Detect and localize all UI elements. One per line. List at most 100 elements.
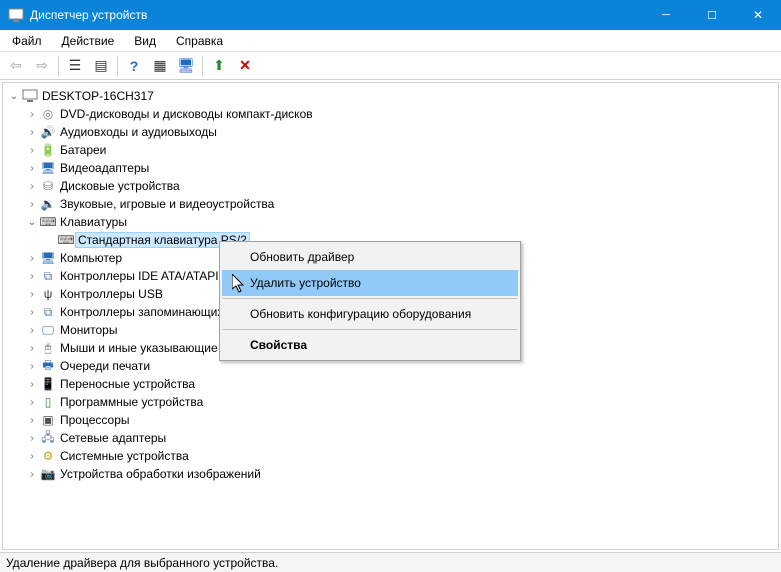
sound-video-icon: 🔉 bbox=[40, 196, 56, 212]
tree-category[interactable]: › 🖥 Видеоадаптеры bbox=[3, 159, 778, 177]
context-menu-separator bbox=[223, 329, 517, 330]
expand-icon[interactable]: › bbox=[25, 343, 39, 354]
tree-label: Устройства обработки изображений bbox=[60, 467, 261, 481]
context-menu-properties[interactable]: Свойства bbox=[222, 332, 518, 358]
network-adapter-icon: 🖧 bbox=[40, 430, 56, 446]
grid-icon: ▦ bbox=[153, 57, 166, 74]
expand-icon[interactable]: › bbox=[25, 415, 39, 426]
close-button[interactable] bbox=[735, 0, 781, 30]
expand-icon[interactable]: › bbox=[25, 145, 39, 156]
expand-icon[interactable]: › bbox=[25, 451, 39, 462]
collapse-icon[interactable]: ⌄ bbox=[25, 217, 39, 228]
help-button[interactable]: ? bbox=[122, 54, 146, 78]
minimize-button[interactable] bbox=[643, 0, 689, 30]
tree-label: Процессоры bbox=[60, 413, 130, 427]
expand-icon[interactable]: › bbox=[25, 127, 39, 138]
tree-category[interactable]: › 🔊 Аудиовходы и аудиовыходы bbox=[3, 123, 778, 141]
show-hide-console-button[interactable]: ☰ bbox=[63, 54, 87, 78]
expand-icon[interactable]: › bbox=[25, 271, 39, 282]
tree-label: Батареи bbox=[60, 143, 106, 157]
keyboard-icon: ⌨ bbox=[58, 232, 74, 248]
context-menu-scan-hardware[interactable]: Обновить конфигурацию оборудования bbox=[222, 301, 518, 327]
tree-category[interactable]: › ◎ DVD-дисководы и дисководы компакт-ди… bbox=[3, 105, 778, 123]
tree-category-keyboards[interactable]: ⌄ ⌨ Клавиатуры bbox=[3, 213, 778, 231]
mouse-icon: 🖰 bbox=[40, 340, 56, 356]
software-device-icon: ▯ bbox=[40, 394, 56, 410]
tree-label: Переносные устройства bbox=[60, 377, 195, 391]
expand-icon[interactable]: › bbox=[25, 289, 39, 300]
tree-label: Сетевые адаптеры bbox=[60, 431, 166, 445]
expand-icon[interactable]: › bbox=[25, 307, 39, 318]
scan-hardware-button[interactable]: 🖥 bbox=[174, 54, 198, 78]
tree-category[interactable]: › ⚙ Системные устройства bbox=[3, 447, 778, 465]
tree-category[interactable]: › ⛁ Дисковые устройства bbox=[3, 177, 778, 195]
update-driver-toolbar-button[interactable]: ⬆ bbox=[207, 54, 231, 78]
expand-icon[interactable]: › bbox=[25, 199, 39, 210]
menu-action[interactable]: Действие bbox=[52, 31, 125, 51]
expand-icon[interactable]: › bbox=[25, 325, 39, 336]
tree-category[interactable]: › ▣ Процессоры bbox=[3, 411, 778, 429]
tree-label: Дисковые устройства bbox=[60, 179, 180, 193]
driver-install-icon: ⬆ bbox=[213, 57, 225, 74]
toolbar-separator bbox=[58, 56, 59, 76]
audio-icon: 🔊 bbox=[40, 124, 56, 140]
maximize-button[interactable] bbox=[689, 0, 735, 30]
device-tree[interactable]: ⌄ DESKTOP-16CH317 › ◎ DVD-дисководы и ди… bbox=[2, 82, 779, 550]
tree-label: Программные устройства bbox=[60, 395, 203, 409]
tree-label: Видеоадаптеры bbox=[60, 161, 149, 175]
menu-file[interactable]: Файл bbox=[2, 31, 52, 51]
tree-category[interactable]: › 🖧 Сетевые адаптеры bbox=[3, 429, 778, 447]
portable-device-icon: 📱 bbox=[40, 376, 56, 392]
expand-icon[interactable]: › bbox=[25, 253, 39, 264]
back-button[interactable]: ⇦ bbox=[4, 54, 28, 78]
menu-bar: Файл Действие Вид Справка bbox=[0, 30, 781, 52]
expand-icon[interactable]: › bbox=[25, 181, 39, 192]
tree-category[interactable]: › 🔉 Звуковые, игровые и видеоустройства bbox=[3, 195, 778, 213]
tree-label: Системные устройства bbox=[60, 449, 189, 463]
expand-icon[interactable]: › bbox=[25, 109, 39, 120]
context-menu-separator bbox=[223, 298, 517, 299]
computer-group-icon: 🖥 bbox=[40, 250, 56, 266]
expand-icon[interactable]: › bbox=[25, 379, 39, 390]
forward-arrow-icon: ⇨ bbox=[36, 57, 48, 74]
tree-category[interactable]: › 📱 Переносные устройства bbox=[3, 375, 778, 393]
disc-drive-icon: ◎ bbox=[40, 106, 56, 122]
display-adapter-icon: 🖥 bbox=[40, 160, 56, 176]
tree-label: DVD-дисководы и дисководы компакт-дисков bbox=[60, 107, 313, 121]
status-text: Удаление драйвера для выбранного устройс… bbox=[6, 556, 278, 570]
expand-icon[interactable]: › bbox=[25, 433, 39, 444]
usb-controller-icon: ψ bbox=[40, 286, 56, 302]
forward-button[interactable]: ⇨ bbox=[30, 54, 54, 78]
print-queue-icon: 🖶 bbox=[40, 358, 56, 374]
menu-help[interactable]: Справка bbox=[166, 31, 233, 51]
menu-view[interactable]: Вид bbox=[124, 31, 166, 51]
tree-label: Звуковые, игровые и видеоустройства bbox=[60, 197, 274, 211]
tree-root-label: DESKTOP-16CH317 bbox=[42, 89, 154, 103]
back-arrow-icon: ⇦ bbox=[10, 57, 22, 74]
toolbar: ⇦ ⇨ ☰ ▤ ? ▦ 🖥 ⬆ ✕ bbox=[0, 52, 781, 80]
context-menu: Обновить драйвер Удалить устройство Обно… bbox=[219, 241, 521, 361]
expand-icon[interactable]: › bbox=[25, 397, 39, 408]
tree-category[interactable]: › 📷 Устройства обработки изображений bbox=[3, 465, 778, 483]
expand-icon[interactable]: › bbox=[25, 163, 39, 174]
context-menu-remove-device[interactable]: Удалить устройство bbox=[222, 270, 518, 296]
tree-category[interactable]: › ▯ Программные устройства bbox=[3, 393, 778, 411]
monitor-icon: 🖵 bbox=[40, 322, 56, 338]
status-bar: Удаление драйвера для выбранного устройс… bbox=[0, 552, 781, 572]
properties-toolbar-button[interactable]: ▤ bbox=[89, 54, 113, 78]
battery-icon: 🔋 bbox=[40, 142, 56, 158]
context-menu-update-driver[interactable]: Обновить драйвер bbox=[222, 244, 518, 270]
tree-root[interactable]: ⌄ DESKTOP-16CH317 bbox=[3, 87, 778, 105]
tree-label: Очереди печати bbox=[60, 359, 150, 373]
processor-icon: ▣ bbox=[40, 412, 56, 428]
console-icon: ☰ bbox=[69, 57, 82, 74]
toolbar-separator bbox=[117, 56, 118, 76]
collapse-icon[interactable]: ⌄ bbox=[7, 91, 21, 102]
properties-sheet-icon: ▤ bbox=[94, 57, 107, 74]
expand-icon[interactable]: › bbox=[25, 469, 39, 480]
toolbar-separator bbox=[202, 56, 203, 76]
tree-category[interactable]: › 🔋 Батареи bbox=[3, 141, 778, 159]
uninstall-device-toolbar-button[interactable]: ✕ bbox=[233, 54, 257, 78]
view-button[interactable]: ▦ bbox=[148, 54, 172, 78]
expand-icon[interactable]: › bbox=[25, 361, 39, 372]
